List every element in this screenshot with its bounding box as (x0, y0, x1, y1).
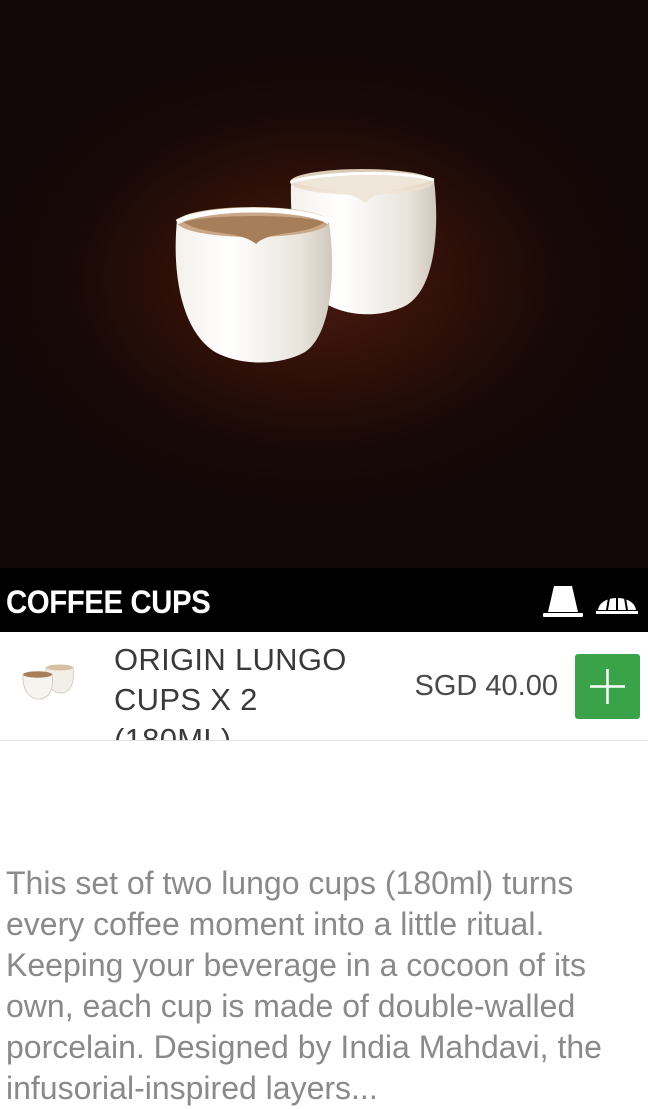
cups-thumbnail (22, 664, 75, 700)
category-title: COFFEE CUPS (6, 584, 211, 620)
cups-illustration (175, 169, 437, 363)
hero-product-image (0, 0, 648, 568)
category-header: COFFEE CUPS (0, 568, 648, 632)
capsule-vertuo-icon[interactable] (594, 586, 640, 618)
product-name: ORIGIN LUNGO CUPS X 2 (180ML) (114, 642, 347, 741)
front-cup (175, 207, 333, 363)
product-description: This set of two lungo cups (180ml) turns… (6, 865, 602, 1106)
product-price: SGD 40.00 (414, 670, 558, 702)
add-to-basket-button[interactable] (575, 654, 640, 719)
capsule-original-icon[interactable] (540, 582, 586, 620)
product-row[interactable]: ORIGIN LUNGO CUPS X 2 (180ML) SGD 40.00 (0, 632, 648, 741)
plus-icon (590, 669, 625, 704)
